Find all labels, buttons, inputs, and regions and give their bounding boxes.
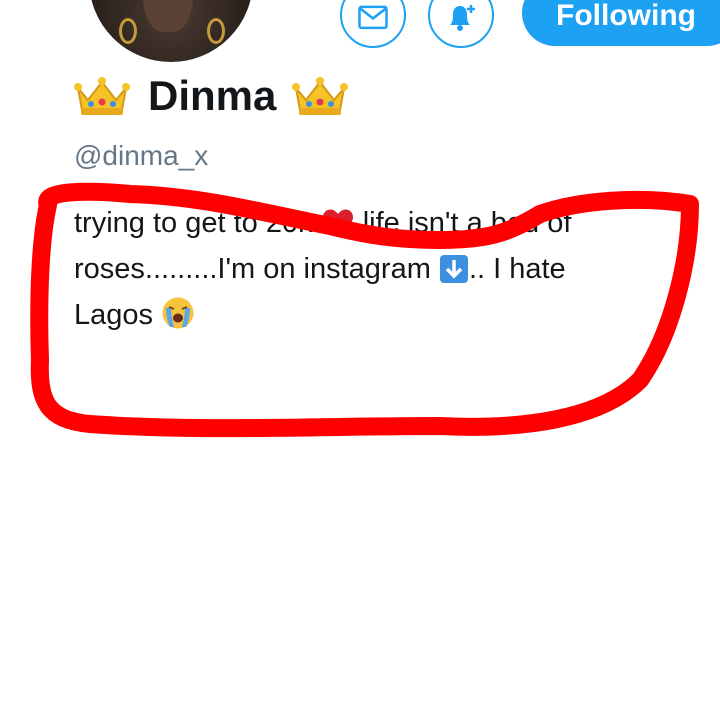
avatar[interactable]: [86, 0, 256, 65]
bio-line-3: Lagos: [74, 292, 684, 338]
display-name: Dinma: [148, 72, 277, 119]
crown-emoji-right: [292, 77, 349, 115]
red-heart-emoji: [322, 209, 353, 236]
envelope-icon: [358, 5, 388, 30]
following-label: Following: [556, 0, 696, 32]
avatar-face: [143, 0, 193, 32]
bell-plus-icon: [450, 5, 475, 31]
message-button[interactable]: [340, 0, 406, 48]
bio-text: .. I hate: [468, 253, 566, 285]
down-arrow-emoji: [439, 255, 468, 283]
bio-line-2: roses.........I'm on instagram .. I hate: [74, 246, 684, 292]
crown-emoji-left: [74, 77, 130, 115]
bio-text: trying to get to 20k: [74, 207, 313, 239]
earring-right: [207, 18, 225, 44]
crying-face-emoji: [162, 297, 194, 329]
bio-text: life isn't a bed of: [362, 207, 572, 239]
name-row: Dinma: [74, 70, 349, 122]
following-button[interactable]: Following: [522, 0, 720, 46]
profile-screen: Following Dinma @dinma_x trying to get t…: [0, 0, 720, 720]
bio-line-1: trying to get to 20k life isn't a bed of: [74, 200, 684, 246]
user-handle: @dinma_x: [74, 140, 209, 171]
notifications-button[interactable]: [428, 0, 494, 48]
bio-text: roses.........I'm on instagram: [74, 253, 431, 285]
bio-text: Lagos: [74, 299, 154, 331]
earring-left: [119, 18, 137, 44]
profile-bio: trying to get to 20k life isn't a bed of…: [74, 200, 684, 338]
